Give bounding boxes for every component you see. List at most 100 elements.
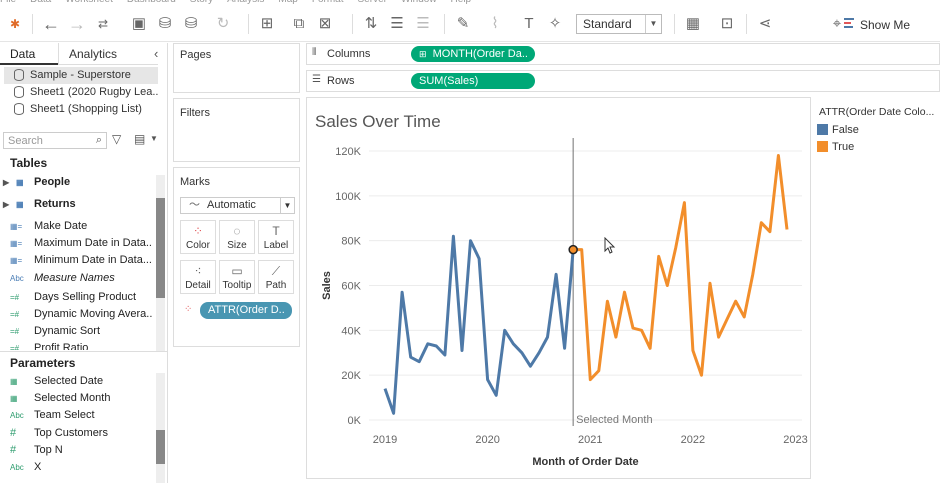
field-item[interactable]: =# Dynamic Moving Avera... [0, 306, 152, 323]
highlight-icon[interactable]: ✎ [454, 15, 472, 33]
columns-pill[interactable]: ⊞ MONTH(Order Da.. [411, 46, 535, 62]
expand-arrow-icon: ▶ [3, 200, 10, 209]
database-icon [14, 69, 24, 81]
measure-calc-icon: =# [10, 293, 20, 302]
menu-item[interactable]: File [0, 0, 16, 5]
menu-item[interactable]: Worksheet [65, 0, 113, 5]
parameter-item[interactable]: ▦ Selected Month [0, 390, 152, 407]
parameters-scroll-thumb[interactable] [156, 430, 165, 464]
swap-rows-columns-icon[interactable]: ⇅ [362, 15, 380, 33]
measure-calc-icon: =# [10, 310, 20, 319]
color-pill[interactable]: ATTR(Order D.. [200, 302, 292, 319]
filters-card[interactable]: Filters [173, 98, 300, 162]
datasource-item[interactable]: Sample - Superstore [4, 67, 158, 84]
show-me-icon[interactable] [844, 17, 856, 31]
tab-data[interactable]: Data [0, 43, 58, 65]
share-icon[interactable]: ⋖ [756, 15, 774, 33]
duplicate-sheet-icon[interactable]: ⧉ [290, 15, 308, 33]
chevron-down-icon[interactable]: ▼ [150, 134, 158, 143]
search-input[interactable]: Search ⌕ [3, 132, 107, 149]
field-item[interactable]: ▦= Maximum Date in Data... [0, 235, 152, 252]
menu-item[interactable]: Help [451, 0, 472, 5]
datasource-item[interactable]: Sheet1 (Shopping List) [4, 101, 158, 118]
group-icon[interactable]: ⌇ [486, 15, 504, 33]
parameter-item[interactable]: ▦ Selected Date [0, 373, 152, 390]
menu-item[interactable]: Analysis [227, 0, 264, 5]
new-worksheet-icon[interactable]: ⊞ [258, 15, 276, 33]
menu-item[interactable]: Story [190, 0, 213, 5]
replay-icon[interactable]: ⇄ [94, 15, 112, 33]
color-button[interactable]: ⁘ Color [180, 220, 216, 254]
view-options-icon[interactable]: ▤ [134, 132, 145, 146]
save-icon[interactable]: ▣ [130, 15, 148, 33]
mouse-cursor-icon [604, 237, 616, 254]
number-icon: # [10, 427, 17, 439]
legend-title: ATTR(Order Date Colo... [819, 106, 935, 118]
mark-type-select[interactable]: 〜 Automatic ▼ [180, 197, 295, 214]
parameter-item[interactable]: # Top N [0, 442, 152, 459]
legend-label-false[interactable]: False [832, 124, 859, 136]
collapse-panel-icon[interactable]: ‹ [154, 46, 158, 61]
filter-icon[interactable]: ▽ [112, 132, 121, 146]
refresh-icon[interactable]: ↻ [214, 15, 232, 33]
x-axis-label: Month of Order Date [532, 456, 638, 468]
datasource-item[interactable]: Sheet1 (2020 Rugby Lea... [4, 84, 158, 101]
tooltip-button[interactable]: ▭ Tooltip [219, 260, 255, 294]
table-item-people[interactable]: ▶ ▦ People [0, 174, 152, 191]
menu-item[interactable]: Format [312, 0, 344, 5]
size-icon: ◌ [233, 224, 241, 238]
datasource-options-icon[interactable]: ⛁ [182, 15, 200, 33]
parameters-scrollbar[interactable] [156, 373, 165, 483]
chart-area[interactable]: Sales Over Time 0K 20K 40K 60K 80K 100K 120K 201… [306, 97, 811, 479]
field-item[interactable]: =# Days Selling Product [0, 289, 152, 306]
menu-item[interactable]: Window [401, 0, 437, 5]
columns-shelf: ⦀ Columns ⊞ MONTH(Order Da.. [306, 43, 940, 65]
x-tick-label: 2020 [475, 434, 499, 446]
rows-pill[interactable]: SUM(Sales) [411, 73, 535, 89]
line-chart[interactable]: Sales Over Time 0K 20K 40K 60K 80K 100K 120K 201… [307, 98, 810, 478]
y-tick-label: 80K [341, 236, 361, 248]
marks-card: Marks 〜 Automatic ▼ ⁘ Color ◌ Size T Lab… [173, 167, 300, 347]
sort-ascending-icon[interactable]: ☰ [388, 15, 406, 33]
fit-select[interactable]: Standard ▼ [576, 14, 662, 34]
abc-icon: Abc [10, 274, 24, 283]
label-button[interactable]: T Label [258, 220, 294, 254]
detail-button[interactable]: ⁖ Detail [180, 260, 216, 294]
show-labels-icon[interactable]: T [520, 15, 538, 33]
field-item[interactable]: ▦= Make Date [0, 218, 152, 235]
columns-icon: ⦀ [312, 47, 317, 58]
field-item[interactable]: =# Profit Ratio [0, 340, 152, 350]
menu-item[interactable]: Data [30, 0, 51, 5]
tab-analytics[interactable]: Analytics [58, 43, 158, 65]
tables-scroll-thumb[interactable] [156, 198, 165, 298]
menu-item[interactable]: Server [358, 0, 387, 5]
menu-item[interactable]: Map [278, 0, 297, 5]
menu-item[interactable]: Dashboard [127, 0, 176, 5]
show-cards-icon[interactable]: ▦ [684, 15, 702, 33]
parameter-item[interactable]: # Top Customers [0, 425, 152, 442]
new-datasource-icon[interactable]: ⛁ [156, 15, 174, 33]
undo-icon[interactable]: ← [42, 15, 60, 33]
show-me-button[interactable]: Show Me [860, 18, 910, 32]
rows-label: Rows [327, 75, 355, 87]
y-tick-label: 40K [341, 325, 361, 337]
size-button[interactable]: ◌ Size [219, 220, 255, 254]
presentation-mode-icon[interactable]: ⊡ [718, 15, 736, 33]
tableau-logo-icon[interactable]: ✱ [6, 15, 24, 33]
path-button[interactable]: ⟋ Path [258, 260, 294, 294]
pin-icon[interactable]: ✧ [546, 15, 564, 33]
parameter-item[interactable]: Abc X [0, 459, 152, 476]
field-item[interactable]: =# Dynamic Sort [0, 323, 152, 340]
rows-icon: ☰ [312, 74, 321, 85]
pages-card[interactable]: Pages [173, 43, 300, 93]
database-icon [14, 86, 24, 98]
legend-label-true[interactable]: True [832, 141, 854, 153]
table-item-returns[interactable]: ▶ ▦ Returns [0, 196, 152, 213]
chevron-down-icon: ▼ [280, 198, 294, 213]
clear-sheet-icon[interactable]: ⊠ [316, 15, 334, 33]
sort-descending-icon[interactable]: ☰ [414, 15, 432, 33]
field-item[interactable]: Abc Measure Names [0, 270, 152, 287]
parameter-item[interactable]: Abc Team Select [0, 407, 152, 424]
redo-icon[interactable]: → [68, 15, 86, 33]
field-item[interactable]: ▦= Minimum Date in Data... [0, 252, 152, 269]
